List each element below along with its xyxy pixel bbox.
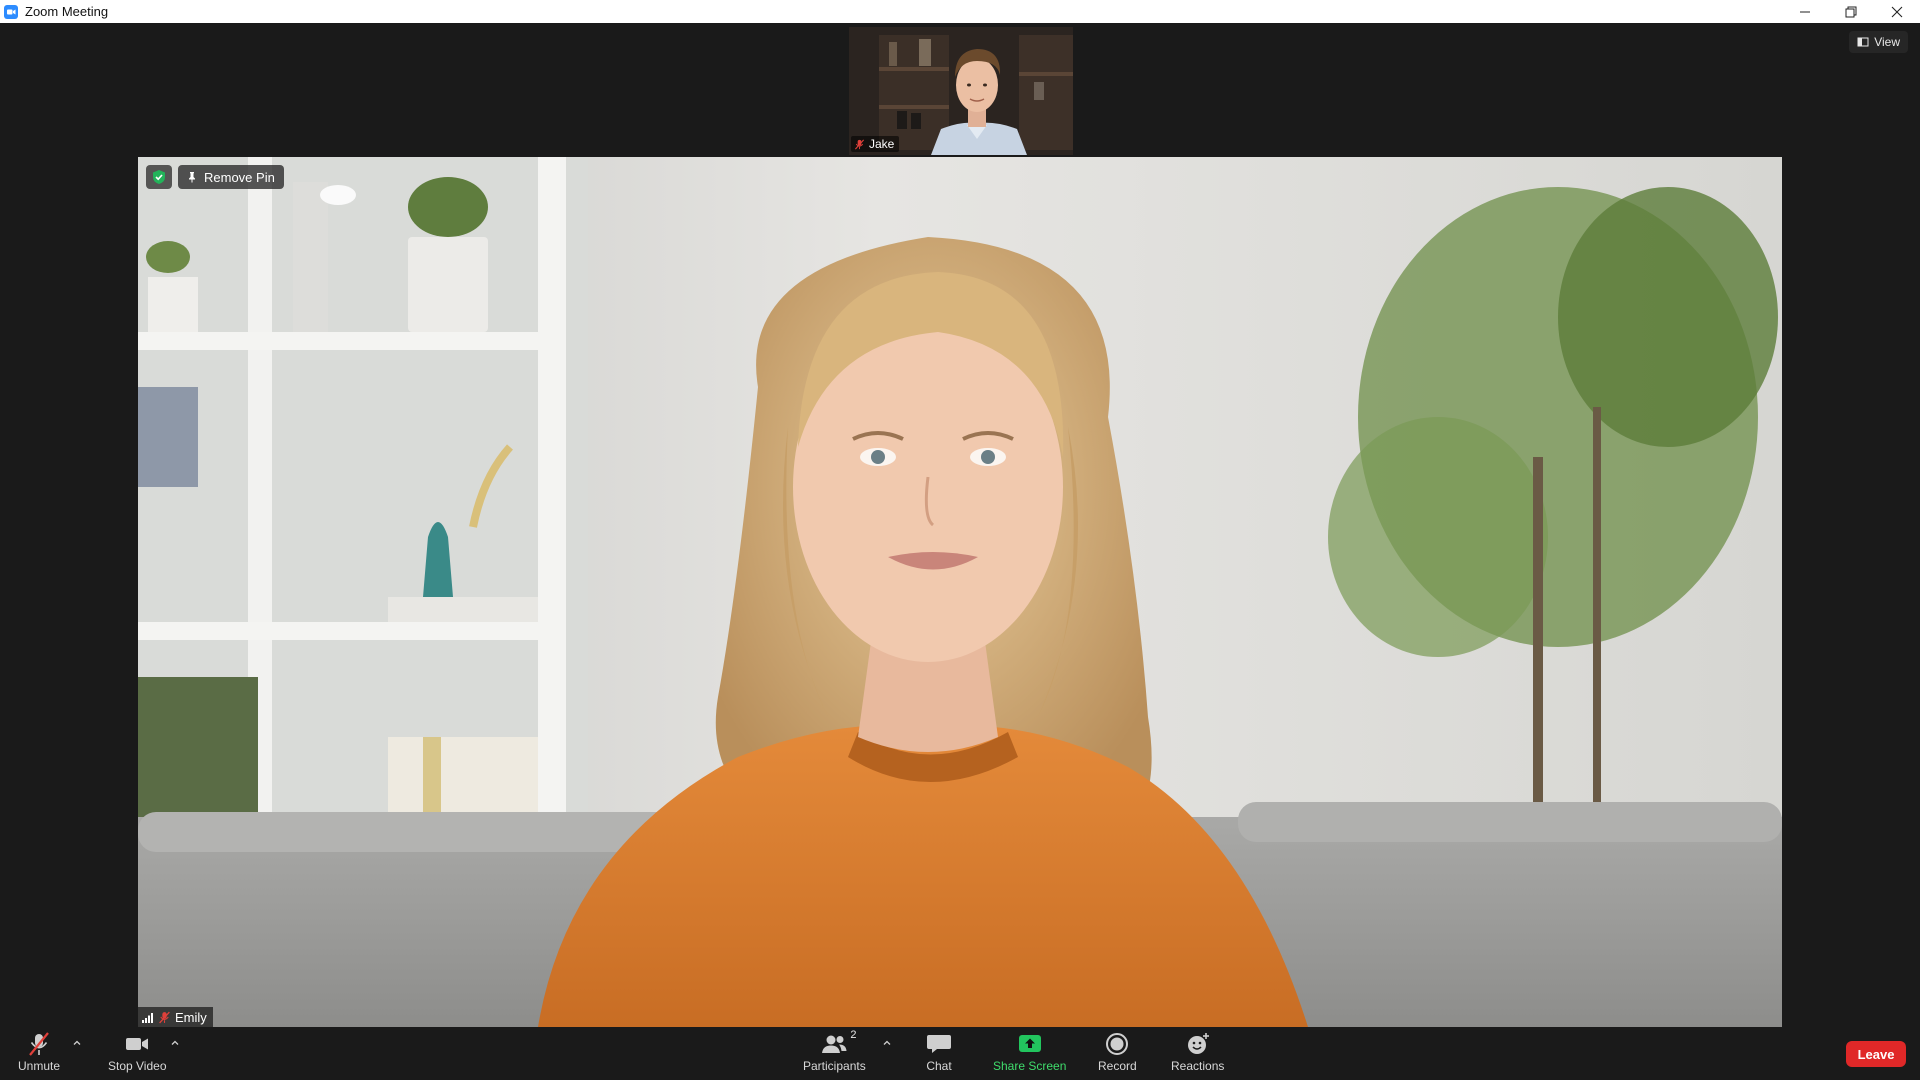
chevron-up-icon xyxy=(73,1040,81,1045)
record-button[interactable]: Record xyxy=(1098,1031,1137,1073)
window-title: Zoom Meeting xyxy=(25,4,109,19)
meeting-stage: View Jake Remove Pin Emily xyxy=(0,23,1920,1027)
participant-thumbnail[interactable]: Jake xyxy=(849,27,1073,155)
remove-pin-button[interactable]: Remove Pin xyxy=(178,165,284,189)
restore-button[interactable] xyxy=(1828,0,1874,23)
participant-name-tag: Emily xyxy=(138,1007,213,1027)
muted-mic-icon xyxy=(159,1011,170,1023)
view-label: View xyxy=(1874,35,1900,49)
close-icon xyxy=(1891,6,1903,17)
record-label: Record xyxy=(1098,1059,1137,1073)
window-controls xyxy=(1782,0,1920,23)
reactions-button[interactable]: Reactions xyxy=(1171,1031,1224,1073)
zoom-app-icon xyxy=(4,4,18,19)
audio-options-caret[interactable] xyxy=(72,1035,82,1045)
reactions-label: Reactions xyxy=(1171,1059,1225,1073)
participants-label: Participants xyxy=(803,1059,866,1073)
participant-name: Jake xyxy=(869,137,895,151)
share-screen-icon xyxy=(1018,1035,1041,1052)
signal-strength-icon xyxy=(142,1012,153,1023)
chevron-up-icon xyxy=(883,1040,891,1045)
participants-button[interactable]: 2 Participants xyxy=(803,1029,866,1073)
stop-video-button[interactable]: Stop Video xyxy=(108,1031,167,1073)
pin-icon xyxy=(189,172,195,183)
shield-check-icon xyxy=(153,170,165,184)
video-options-caret[interactable] xyxy=(170,1035,180,1045)
participant-name: Emily xyxy=(175,1009,207,1025)
chat-button[interactable]: Chat xyxy=(925,1031,953,1073)
share-screen-label: Share Screen xyxy=(993,1059,1067,1073)
participants-count: 2 xyxy=(850,1029,857,1041)
reactions-icon xyxy=(1187,1033,1209,1054)
participants-icon xyxy=(822,1035,847,1053)
share-screen-button[interactable]: Share Screen xyxy=(993,1031,1066,1073)
title-bar: Zoom Meeting xyxy=(0,0,1920,24)
minimize-icon xyxy=(1800,11,1810,12)
view-button[interactable]: View xyxy=(1849,31,1908,53)
chat-bubble-icon xyxy=(927,1035,951,1053)
remove-pin-label: Remove Pin xyxy=(204,169,275,185)
chevron-up-icon xyxy=(171,1040,179,1045)
muted-mic-icon xyxy=(854,139,865,149)
unmute-label: Unmute xyxy=(18,1059,61,1073)
participants-options-caret[interactable] xyxy=(882,1035,892,1045)
muted-microphone-icon xyxy=(29,1032,49,1056)
record-icon xyxy=(1106,1033,1129,1055)
security-badge[interactable] xyxy=(146,165,172,189)
grid-view-icon xyxy=(1857,37,1869,47)
meeting-toolbar: Unmute Stop Video 2 Participants Chat Sh… xyxy=(0,1027,1920,1080)
unmute-button[interactable]: Unmute xyxy=(18,1031,60,1073)
minimize-button[interactable] xyxy=(1782,0,1828,23)
participant-name-tag: Jake xyxy=(851,136,900,152)
video-camera-icon xyxy=(126,1038,149,1050)
stop-video-label: Stop Video xyxy=(108,1059,167,1073)
pinned-video[interactable]: Remove Pin Emily xyxy=(138,157,1782,1027)
close-button[interactable] xyxy=(1874,0,1920,23)
chat-label: Chat xyxy=(926,1059,952,1073)
pinned-video-feed xyxy=(138,157,1782,1027)
restore-icon xyxy=(1845,6,1857,17)
leave-button[interactable]: Leave xyxy=(1846,1041,1906,1067)
